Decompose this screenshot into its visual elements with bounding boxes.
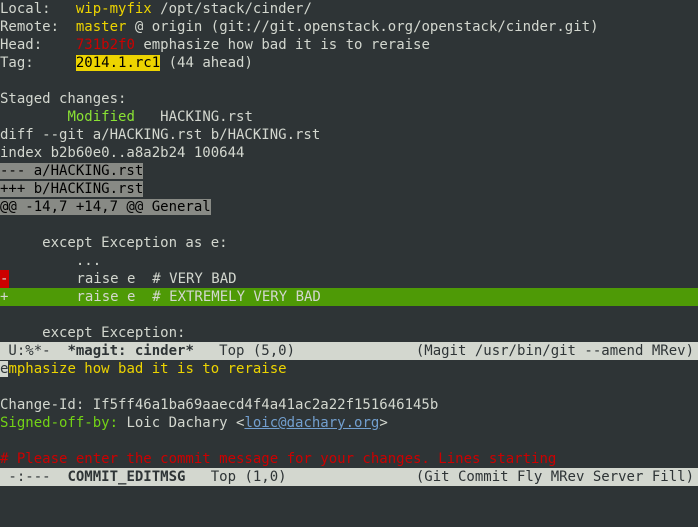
commit-signed-off[interactable]: Signed-off-by: Loic Dachary <loic@dachar…	[0, 414, 698, 432]
header-remote: Remote: master @ origin (git://git.opens…	[0, 18, 698, 36]
diff-del-line[interactable]: - raise e # VERY BAD	[0, 270, 698, 288]
header-head: Head: 731b2f0 emphasize how bad it is to…	[0, 36, 698, 54]
commit-change-id[interactable]: Change-Id: If5ff46a1ba69aaecd4f4a41ac2a2…	[0, 396, 698, 414]
header-tag: Tag: 2014.1.rc1 (44 ahead)	[0, 54, 698, 72]
staged-file-line[interactable]: Modified HACKING.rst	[0, 108, 698, 126]
header-local: Local: wip-myfix /opt/stack/cinder/	[0, 0, 698, 18]
diff-ctx: except Exception:	[0, 324, 698, 342]
diff-file-plus: +++ b/HACKING.rst	[0, 180, 698, 198]
staged-title: Staged changes:	[0, 90, 698, 108]
diff-cmd: diff --git a/HACKING.rst b/HACKING.rst	[0, 126, 698, 144]
commit-title-line[interactable]: emphasize how bad it is to reraise	[0, 360, 698, 378]
diff-ctx: except Exception as e:	[0, 234, 698, 252]
diff-hunk-header[interactable]: @@ -14,7 +14,7 @@ General	[0, 198, 698, 216]
modeline-magit: U:%*- *magit: cinder* Top (5,0) (Magit /…	[0, 342, 698, 360]
modeline-commit: -:--- COMMIT_EDITMSG Top (1,0) (Git Comm…	[0, 468, 698, 486]
diff-add-line[interactable]: + raise e # EXTREMELY VERY BAD	[0, 288, 698, 306]
diff-ctx: ...	[0, 252, 698, 270]
diff-index: index b2b60e0..a8a2b24 100644	[0, 144, 698, 162]
diff-file-minus: --- a/HACKING.rst	[0, 162, 698, 180]
commit-comment[interactable]: # Please enter the commit message for yo…	[0, 450, 698, 468]
